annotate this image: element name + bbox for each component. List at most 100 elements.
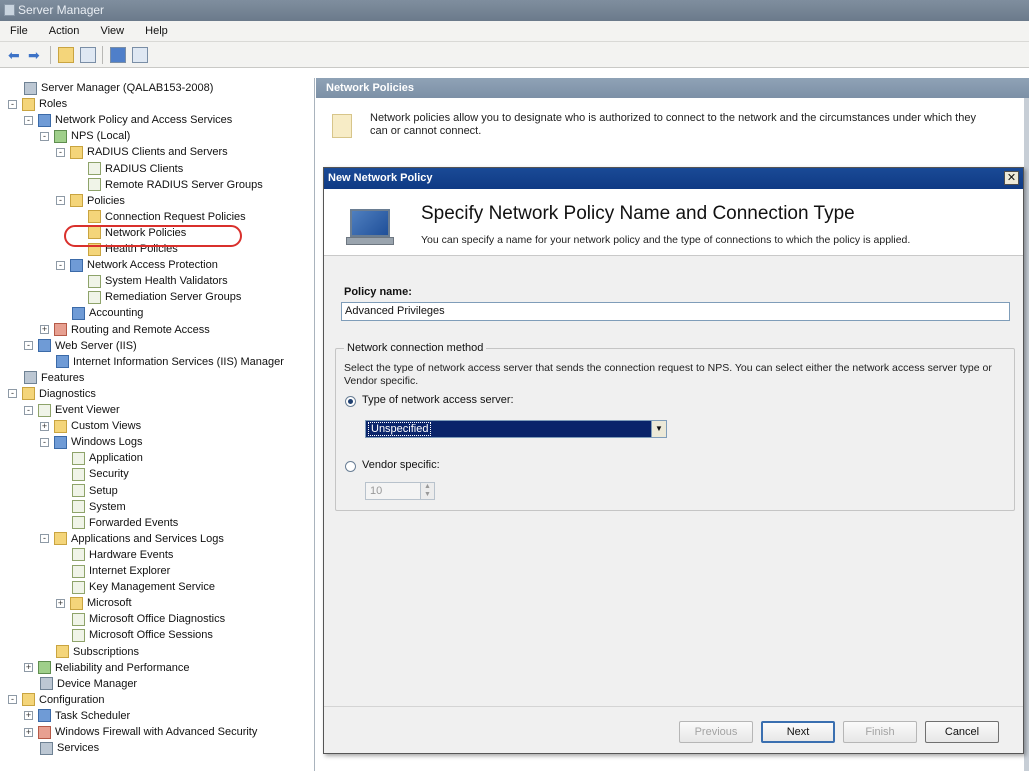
tree-item[interactable]: - Network Access Protection bbox=[56, 257, 218, 273]
expand-icon[interactable]: + bbox=[24, 663, 33, 673]
vendor-code-spinner[interactable]: 10 ▲ ▼ bbox=[365, 482, 435, 500]
tree-item[interactable]: + Task Scheduler bbox=[24, 708, 130, 724]
tree-item[interactable]: Features bbox=[24, 370, 84, 386]
help-icon[interactable] bbox=[110, 47, 126, 63]
tree-item-label: Device Manager bbox=[57, 677, 138, 690]
menu-action[interactable]: Action bbox=[49, 25, 80, 37]
nas-type-select[interactable]: Unspecified ▼ bbox=[365, 420, 667, 438]
vendor-specific-label[interactable]: Vendor specific: bbox=[362, 459, 440, 471]
expand-icon[interactable]: + bbox=[40, 421, 49, 431]
vendor-specific-radio[interactable] bbox=[345, 461, 356, 472]
tree-item[interactable]: Internet Information Services (IIS) Mana… bbox=[56, 354, 284, 370]
tree-item[interactable]: Accounting bbox=[72, 305, 143, 321]
tree-item[interactable]: - Network Policy and Access Services bbox=[24, 112, 232, 128]
tree-item[interactable]: + Windows Firewall with Advanced Security bbox=[24, 724, 257, 740]
green-node-icon bbox=[38, 661, 51, 675]
expand-icon[interactable]: + bbox=[24, 711, 33, 721]
tree-item[interactable]: Setup bbox=[72, 483, 118, 499]
tree-item[interactable]: Connection Request Policies bbox=[88, 209, 246, 225]
tree-item-label: RADIUS Clients and Servers bbox=[87, 146, 228, 159]
expand-icon[interactable]: + bbox=[24, 727, 33, 737]
back-arrow-icon[interactable]: ⬅ bbox=[8, 47, 20, 63]
tree-item[interactable]: - Policies bbox=[56, 193, 125, 209]
chevron-down-icon[interactable]: ▼ bbox=[651, 421, 666, 437]
tree-item[interactable]: - Roles bbox=[8, 96, 67, 112]
blue-node-icon bbox=[38, 709, 51, 723]
tree-item[interactable]: Key Management Service bbox=[72, 579, 215, 595]
next-button[interactable]: Next bbox=[761, 721, 835, 743]
collapse-icon[interactable]: - bbox=[40, 534, 49, 544]
up-level-icon[interactable] bbox=[58, 47, 74, 63]
tree-item[interactable]: Services bbox=[40, 740, 99, 756]
red-node-icon bbox=[54, 323, 67, 337]
menu-file[interactable]: File bbox=[10, 25, 28, 37]
type-of-nas-radio[interactable] bbox=[345, 396, 356, 407]
collapse-icon[interactable]: - bbox=[56, 147, 65, 157]
cancel-button[interactable]: Cancel bbox=[925, 721, 999, 743]
tree-item[interactable]: System bbox=[72, 499, 126, 515]
tree-item[interactable]: Microsoft Office Diagnostics bbox=[72, 611, 225, 627]
show-action-pane-icon[interactable] bbox=[132, 47, 148, 63]
collapse-icon[interactable]: - bbox=[56, 196, 65, 206]
collapse-icon[interactable]: - bbox=[56, 260, 65, 270]
tree-item-label: Network Policy and Access Services bbox=[55, 114, 233, 127]
folder-node-icon bbox=[70, 596, 83, 610]
collapse-icon[interactable]: - bbox=[40, 437, 49, 447]
tree-item-label: Accounting bbox=[89, 307, 144, 320]
tree-item[interactable]: Security bbox=[72, 466, 129, 482]
collapse-icon[interactable]: - bbox=[8, 695, 17, 705]
tree-item[interactable]: Internet Explorer bbox=[72, 563, 170, 579]
show-hide-console-tree-icon[interactable] bbox=[80, 47, 96, 63]
collapse-icon[interactable]: - bbox=[40, 131, 49, 141]
tree-item[interactable]: - RADIUS Clients and Servers bbox=[56, 144, 228, 160]
expand-icon[interactable]: + bbox=[56, 598, 65, 608]
tree-item-label: Internet Information Services (IIS) Mana… bbox=[73, 355, 284, 368]
collapse-icon[interactable]: - bbox=[24, 115, 33, 125]
collapse-icon[interactable]: - bbox=[8, 389, 17, 399]
tree-item[interactable]: - Windows Logs bbox=[40, 434, 143, 450]
blue-node-icon bbox=[70, 258, 83, 272]
scrollbar-edge[interactable] bbox=[1024, 98, 1029, 771]
type-of-nas-label[interactable]: Type of network access server: bbox=[362, 394, 514, 406]
tree-item[interactable]: - Applications and Services Logs bbox=[40, 531, 224, 547]
tree-item[interactable]: + Reliability and Performance bbox=[24, 660, 190, 676]
blue-node-icon bbox=[56, 355, 69, 369]
tree-item[interactable]: + Microsoft bbox=[56, 595, 132, 611]
tree-item[interactable]: + Custom Views bbox=[40, 418, 141, 434]
green-node-icon bbox=[54, 129, 67, 143]
tree-item[interactable]: Device Manager bbox=[40, 676, 137, 692]
server-node-icon bbox=[40, 741, 53, 755]
collapse-icon[interactable]: - bbox=[24, 405, 33, 415]
previous-button[interactable]: Previous bbox=[679, 721, 753, 743]
tree-item[interactable]: - Diagnostics bbox=[8, 386, 96, 402]
tree-item[interactable]: Subscriptions bbox=[56, 644, 139, 660]
folder-node-icon bbox=[22, 387, 35, 401]
tree-item[interactable]: Server Manager (QALAB153-2008) bbox=[24, 80, 213, 96]
tree-item[interactable]: Application bbox=[72, 450, 143, 466]
tree-item[interactable]: System Health Validators bbox=[88, 273, 228, 289]
close-icon[interactable]: ✕ bbox=[1004, 171, 1019, 185]
menu-help[interactable]: Help bbox=[145, 25, 168, 37]
collapse-icon[interactable]: - bbox=[8, 99, 17, 109]
tree-item[interactable]: Remote RADIUS Server Groups bbox=[88, 177, 263, 193]
tree-item[interactable]: - Web Server (IIS) bbox=[24, 338, 137, 354]
log-node-icon bbox=[72, 467, 85, 481]
forward-arrow-icon[interactable]: ➡ bbox=[28, 47, 40, 63]
tree-item[interactable]: - Configuration bbox=[8, 692, 104, 708]
expand-icon[interactable]: + bbox=[40, 325, 49, 335]
tree-item[interactable]: RADIUS Clients bbox=[88, 161, 183, 177]
log-node-icon bbox=[72, 612, 85, 626]
finish-button[interactable]: Finish bbox=[843, 721, 917, 743]
tree-item[interactable]: + Routing and Remote Access bbox=[40, 322, 210, 338]
dialog-title: New Network Policy bbox=[328, 172, 433, 184]
collapse-icon[interactable]: - bbox=[24, 341, 33, 351]
tree-item[interactable]: Forwarded Events bbox=[72, 515, 178, 531]
tree-item[interactable]: - Event Viewer bbox=[24, 402, 120, 418]
tree-item[interactable]: Microsoft Office Sessions bbox=[72, 627, 213, 643]
tree-item[interactable]: Hardware Events bbox=[72, 547, 173, 563]
tree-item[interactable]: Remediation Server Groups bbox=[88, 289, 241, 305]
tree-item[interactable]: - NPS (Local) bbox=[40, 128, 130, 144]
spinner-arrows-icon[interactable]: ▲ ▼ bbox=[420, 483, 434, 499]
menu-view[interactable]: View bbox=[100, 25, 124, 37]
policy-name-input[interactable]: Advanced Privileges bbox=[341, 302, 1010, 321]
